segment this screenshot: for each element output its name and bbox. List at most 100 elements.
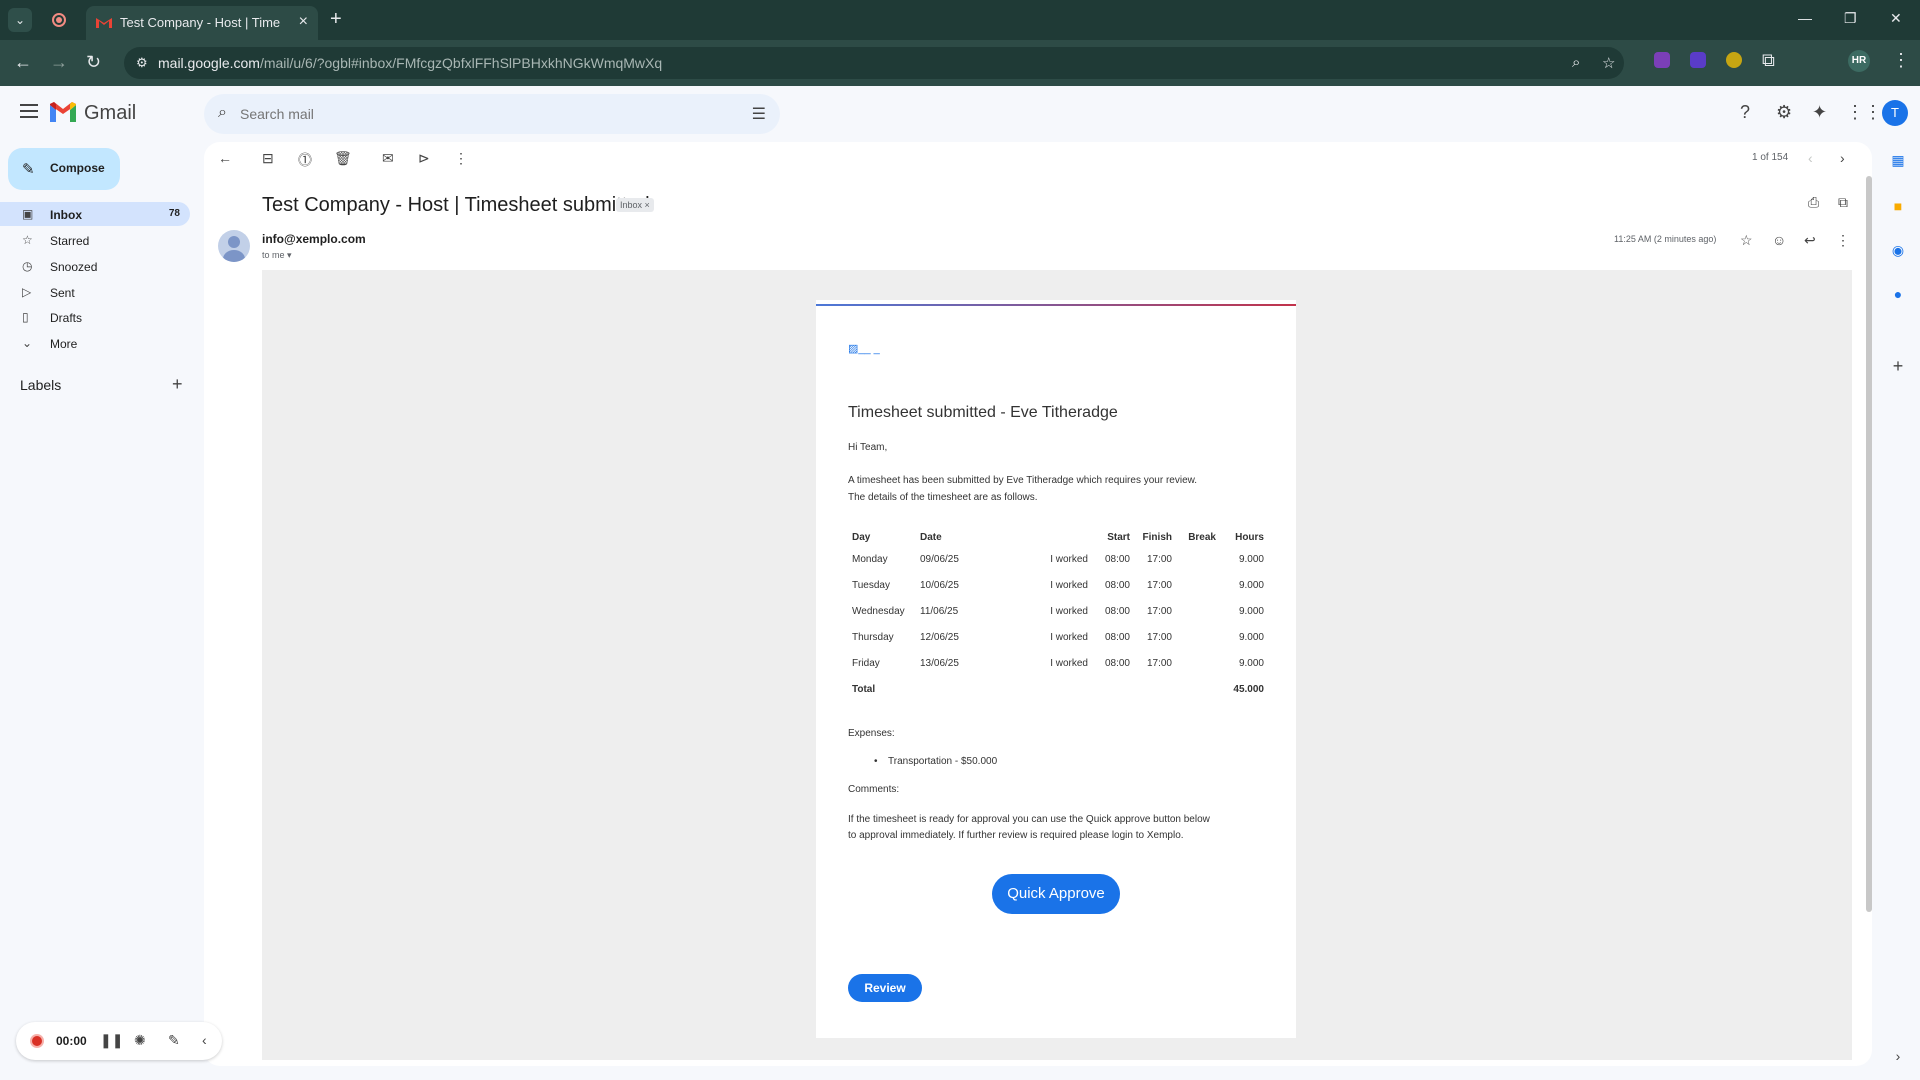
sidebar-item-label: Snoozed	[50, 260, 98, 274]
compose-label: Compose	[50, 161, 105, 175]
main-menu-icon[interactable]	[20, 104, 38, 118]
hours-cell: 9.000	[1238, 605, 1264, 617]
window-close-icon[interactable]: ✕	[1890, 10, 1902, 27]
star-icon[interactable]: ☆	[1740, 232, 1753, 249]
extension-icon[interactable]	[1690, 52, 1706, 68]
account-avatar[interactable]: T	[1882, 100, 1908, 126]
screen-recorder-bar: 00:00 ❚❚ ✺ ✎ ‹	[16, 1022, 222, 1060]
quick-approve-button[interactable]: Quick Approve	[992, 874, 1120, 914]
tab-search-icon[interactable]: ⌄	[8, 8, 32, 32]
recipient-details[interactable]: to me ▾	[262, 250, 292, 261]
tab-close-icon[interactable]: ×	[299, 13, 308, 31]
collapse-chevron-icon[interactable]: ‹	[202, 1032, 207, 1048]
contacts-icon[interactable]: ●	[1888, 284, 1908, 304]
start-cell: 08:00	[1104, 657, 1130, 669]
back-to-inbox-icon[interactable]: ←	[218, 150, 232, 166]
settings-gear-icon[interactable]: ⚙	[1776, 102, 1792, 123]
effects-icon[interactable]: ✺	[134, 1032, 146, 1049]
break-cell	[1176, 624, 1220, 650]
hours-cell: 9.000	[1238, 657, 1264, 669]
sidebar-item-drafts[interactable]: ▯ Drafts	[0, 305, 190, 329]
day-cell: Monday	[852, 553, 888, 565]
url-text: mail.google.com/mail/u/6/?ogbl#inbox/FMf…	[158, 55, 663, 71]
reload-icon[interactable]: ↻	[86, 52, 101, 73]
table-row: Friday 13/06/25 I worked 08:00 17:00 9.0…	[848, 650, 1268, 676]
zoom-icon[interactable]: ⌕	[1572, 54, 1580, 71]
brand-gradient-line	[816, 304, 1296, 306]
more-options-icon[interactable]: ⋮	[454, 150, 468, 167]
reply-icon[interactable]: ↩	[1804, 232, 1816, 249]
inbox-label-chip[interactable]: Inbox ×	[616, 198, 654, 212]
sidebar-item-sent[interactable]: ▷ Sent	[0, 280, 190, 304]
minimize-icon[interactable]: —	[1798, 10, 1812, 26]
pause-icon[interactable]: ❚❚	[100, 1032, 123, 1049]
sender-email[interactable]: info@xemplo.com	[262, 232, 366, 246]
get-addons-icon[interactable]: +	[1888, 356, 1908, 376]
recording-time: 00:00	[56, 1034, 87, 1048]
clock-icon: ◷	[22, 259, 33, 273]
type-cell: I worked	[1050, 605, 1088, 617]
sidebar-item-snoozed[interactable]: ◷ Snoozed	[0, 254, 190, 278]
extensions-puzzle-icon[interactable]: ⧉	[1762, 50, 1775, 71]
browser-tab[interactable]: Test Company - Host | Timeshe… ×	[86, 6, 318, 40]
gmail-logo-icon	[50, 102, 76, 122]
older-chevron-icon[interactable]: ›	[1840, 150, 1845, 166]
mark-unread-icon[interactable]: ✉	[382, 150, 394, 167]
site-info-icon[interactable]: ⚙	[136, 55, 148, 71]
email-heading: Timesheet submitted - Eve Titheradge	[848, 404, 1118, 421]
bookmark-star-icon[interactable]: ☆	[1602, 54, 1615, 72]
hide-side-panel-icon[interactable]: ›	[1888, 1046, 1908, 1066]
report-spam-icon[interactable]: ⓵	[298, 150, 312, 170]
new-tab-icon[interactable]: +	[330, 8, 342, 31]
add-label-icon[interactable]: +	[172, 374, 183, 395]
tab-title: Test Company - Host | Timeshe…	[120, 15, 280, 30]
search-options-icon[interactable]: ☰	[752, 104, 766, 124]
draw-pen-icon[interactable]: ✎	[168, 1032, 180, 1049]
forward-icon[interactable]: →	[50, 52, 68, 73]
search-input[interactable]	[240, 100, 710, 128]
break-cell	[1176, 546, 1220, 572]
inbox-icon: ▣	[22, 207, 34, 221]
column-header: Break	[1188, 531, 1216, 543]
move-to-icon[interactable]: ⊳	[418, 150, 430, 167]
break-cell	[1176, 572, 1220, 598]
profile-avatar[interactable]: HR	[1848, 50, 1870, 72]
review-button[interactable]: Review	[848, 974, 922, 1002]
keep-notes-icon[interactable]: ■	[1888, 196, 1908, 216]
extension-icon[interactable]	[1726, 52, 1742, 68]
record-icon[interactable]	[30, 1034, 44, 1048]
compose-button[interactable]: ✎ Compose	[8, 148, 120, 190]
apps-grid-icon[interactable]: ⋮⋮	[1846, 102, 1882, 123]
start-cell: 08:00	[1104, 553, 1130, 565]
emoji-react-icon[interactable]: ☺	[1772, 232, 1786, 248]
gemini-sparkle-icon[interactable]: ✦	[1812, 102, 1827, 123]
calendar-icon[interactable]: ▦	[1888, 150, 1908, 170]
sidebar-item-starred[interactable]: ☆ Starred	[0, 228, 190, 252]
gmail-app-name: Gmail	[84, 102, 137, 124]
sidebar-item-inbox[interactable]: ▣ Inbox 78	[0, 202, 190, 226]
help-icon[interactable]: ?	[1740, 102, 1750, 123]
footer-line-2: to approval immediately. If further revi…	[848, 830, 1184, 841]
message-scrollbar[interactable]	[1866, 176, 1872, 912]
archive-icon[interactable]: ⊟	[262, 150, 274, 167]
newer-chevron-icon[interactable]: ‹	[1808, 150, 1813, 166]
print-icon[interactable]: ⎙	[1808, 194, 1819, 211]
gmail-favicon-icon	[96, 18, 112, 28]
restore-icon[interactable]: ❐	[1844, 10, 1857, 27]
sidebar-item-more[interactable]: ⌄ More	[0, 331, 190, 355]
finish-cell: 17:00	[1146, 553, 1172, 565]
back-icon[interactable]: ←	[14, 52, 32, 73]
sender-avatar	[218, 230, 250, 262]
column-header	[1008, 528, 1092, 546]
search-icon[interactable]: ⌕	[218, 104, 227, 122]
hours-cell: 9.000	[1238, 553, 1264, 565]
total-row: Total 45.000	[848, 676, 1268, 702]
delete-icon[interactable]: 🗑	[334, 150, 352, 167]
open-new-window-icon[interactable]: ⧉	[1838, 194, 1848, 211]
tasks-icon[interactable]: ◉	[1888, 240, 1908, 260]
url-field[interactable]: ⚙ mail.google.com/mail/u/6/?ogbl#inbox/F…	[124, 47, 1624, 79]
column-header: Date	[920, 531, 942, 543]
extension-icon[interactable]	[1654, 52, 1670, 68]
browser-menu-icon[interactable]: ⋮	[1892, 50, 1910, 71]
message-more-icon[interactable]: ⋮	[1836, 232, 1850, 249]
